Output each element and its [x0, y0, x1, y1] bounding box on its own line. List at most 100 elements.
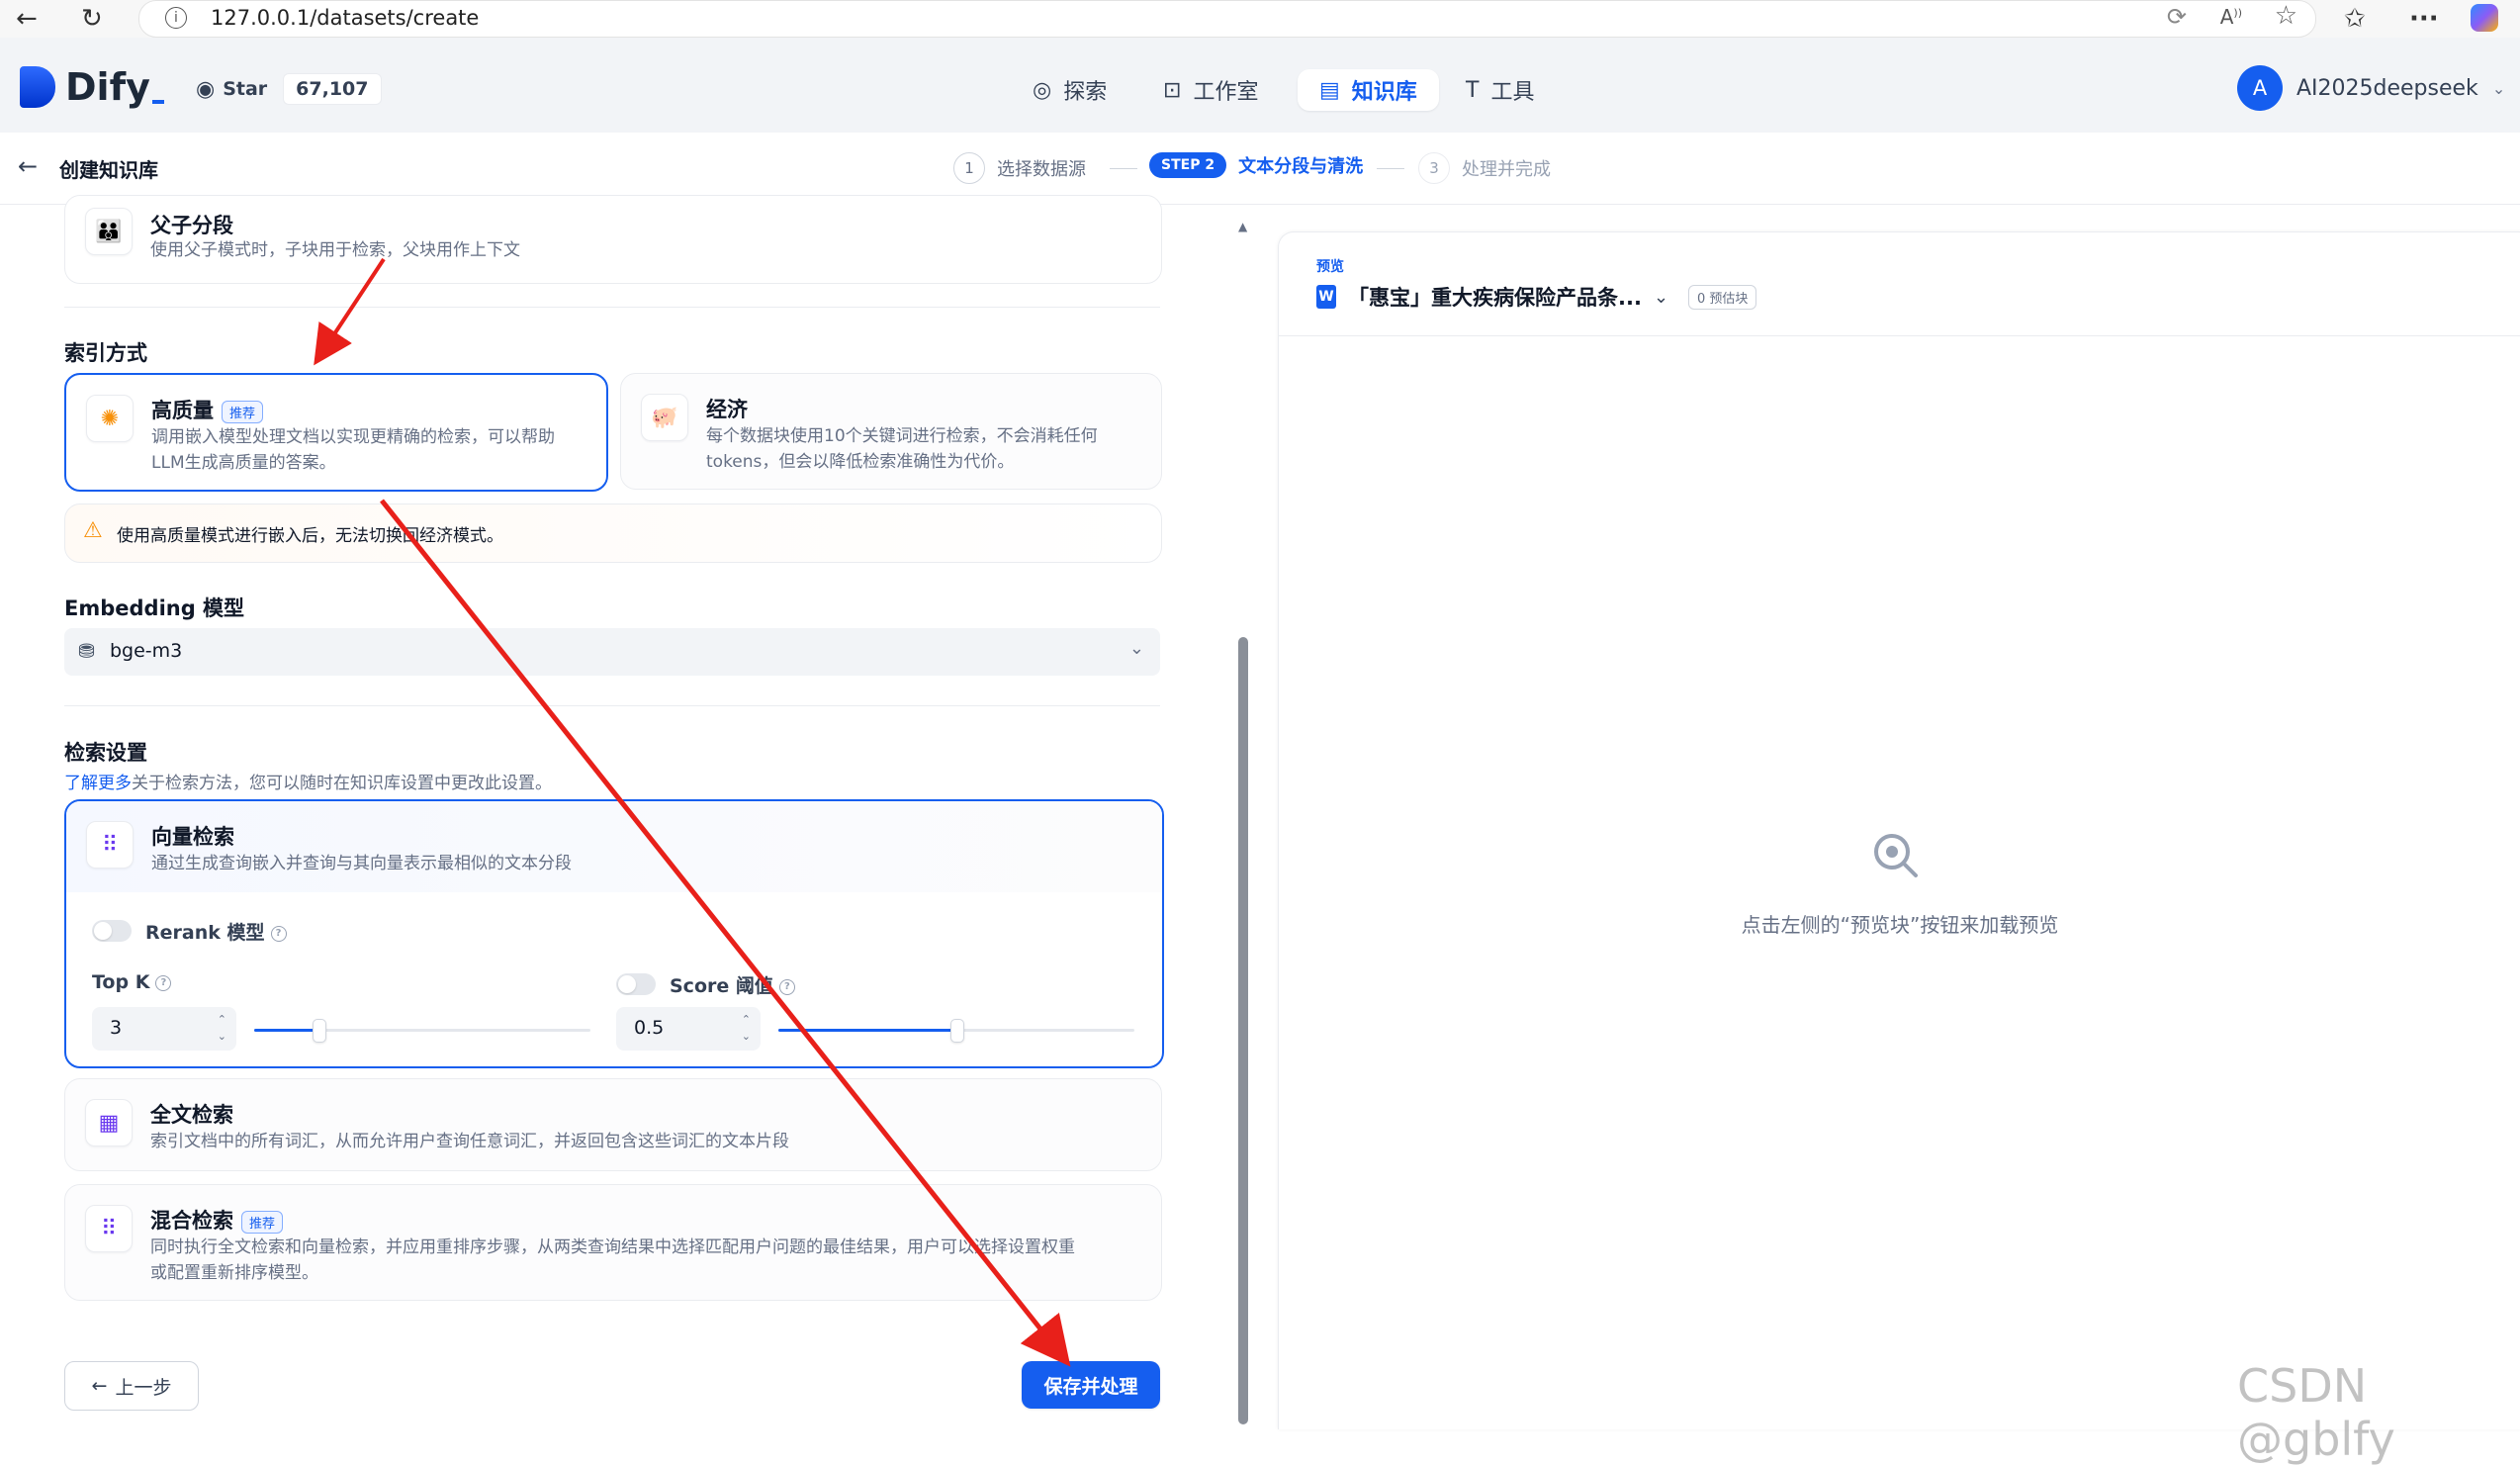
- back-arrow-icon[interactable]: ←: [18, 152, 38, 180]
- parent-child-segment-card[interactable]: 👪 父子分段 使用父子模式时，子块用于检索，父块用作上下文: [64, 195, 1162, 284]
- step-1-label: 选择数据源: [997, 159, 1086, 180]
- score-threshold-toggle[interactable]: [616, 973, 656, 995]
- nav-explore[interactable]: ◎ 探索: [1033, 69, 1107, 111]
- copilot-icon[interactable]: [2471, 4, 2498, 32]
- topk-slider-thumb[interactable]: [313, 1019, 326, 1043]
- high-quality-title: 高质量 推荐: [151, 395, 264, 424]
- score-stepper[interactable]: ⌃ ⌄: [742, 1011, 751, 1045]
- score-slider-fill: [778, 1029, 956, 1032]
- fulltext-search-option[interactable]: ▦ 全文检索 索引文档中的所有词汇，从而允许用户查询任意词汇，并返回包含这些词汇…: [64, 1078, 1162, 1171]
- hybrid-search-title: 混合检索 推荐: [150, 1205, 284, 1235]
- score-threshold-input[interactable]: 0.5 ⌃ ⌄: [616, 1007, 761, 1051]
- more-menu-icon[interactable]: ···: [2409, 4, 2439, 34]
- index-method-title: 索引方式: [64, 341, 147, 365]
- previous-step-button[interactable]: ← 上一步: [64, 1361, 199, 1411]
- learn-more-link[interactable]: 了解更多: [64, 774, 132, 793]
- scroll-up-arrow-icon[interactable]: ▲: [1238, 220, 1247, 233]
- score-slider-thumb[interactable]: [950, 1019, 964, 1043]
- score-threshold-value: 0.5: [634, 1017, 665, 1039]
- word-document-icon: W: [1316, 285, 1336, 309]
- topk-stepper[interactable]: ⌃ ⌄: [218, 1011, 226, 1045]
- star-label: Star: [223, 78, 268, 100]
- warning-icon: ⚠: [83, 518, 103, 543]
- avatar: A: [2237, 65, 2283, 111]
- nav-knowledge[interactable]: ▤ 知识库: [1298, 69, 1439, 111]
- index-high-quality-option[interactable]: ✺ 高质量 推荐 调用嵌入模型处理文档以实现更精确的检索，可以帮助 LLM生成高质…: [64, 373, 608, 492]
- economy-title: 经济: [706, 398, 748, 421]
- topk-label: Top K?: [92, 971, 172, 993]
- preview-document-title: 「惠宝」重大疾病保险产品条...: [1348, 286, 1642, 310]
- help-icon[interactable]: ?: [778, 978, 795, 995]
- page-title: 创建知识库: [59, 158, 158, 182]
- compass-icon: ◎: [1033, 77, 1052, 103]
- chevron-down-icon: ⌄: [1128, 638, 1144, 659]
- magnifier-icon: [1870, 830, 1918, 877]
- score-threshold-label: Score 阈值?: [670, 971, 795, 998]
- embedding-model-select[interactable]: ⛃ bge-m3 ⌄: [64, 628, 1160, 676]
- user-menu[interactable]: A AI2025deepseek ⌄: [2237, 65, 2505, 111]
- step-1-number: 1: [953, 152, 985, 184]
- url-text[interactable]: 127.0.0.1/datasets/create: [211, 6, 479, 30]
- grid-dots-icon: ⠿: [85, 1205, 133, 1252]
- dify-logo[interactable]: Dify: [20, 65, 164, 109]
- reload-icon[interactable]: ↻: [81, 4, 103, 34]
- info-icon[interactable]: i: [165, 7, 187, 29]
- back-arrow-icon[interactable]: ←: [16, 4, 38, 34]
- save-and-process-button[interactable]: 保存并处理: [1022, 1361, 1160, 1409]
- rerank-label: Rerank 模型?: [145, 918, 287, 945]
- logo-underscore: [151, 100, 164, 104]
- address-bar[interactable]: i 127.0.0.1/datasets/create ⟳ A)) ☆: [138, 0, 2316, 38]
- high-quality-desc: 调用嵌入模型处理文档以实现更精确的检索，可以帮助 LLM生成高质量的答案。: [151, 424, 555, 476]
- hybrid-search-option[interactable]: ⠿ 混合检索 推荐 同时执行全文检索和向量检索，并应用重排序步骤，从两类查询结果中…: [64, 1184, 1162, 1301]
- user-name: AI2025deepseek: [2296, 75, 2478, 101]
- topk-label-text: Top K: [92, 971, 150, 993]
- help-icon[interactable]: ?: [155, 974, 172, 991]
- topk-input[interactable]: 3 ⌃ ⌄: [92, 1007, 236, 1051]
- github-star-button[interactable]: ◉ Star 67,107: [196, 71, 382, 107]
- preview-label: 预览: [1316, 259, 1344, 275]
- rerank-toggle[interactable]: [92, 920, 132, 942]
- step-3: 3 处理并完成: [1418, 152, 1551, 184]
- step-1: 1 选择数据源: [953, 152, 1086, 184]
- document-search-icon: ▦: [85, 1099, 133, 1146]
- preview-empty-hint: 点击左侧的“预览块”按钮来加载预览: [1741, 913, 2059, 937]
- scrollbar-thumb[interactable]: [1238, 637, 1248, 1424]
- economy-desc: 每个数据块使用10个关键词进行检索，不会消耗任何 tokens，但会以降低检索准…: [706, 423, 1098, 475]
- retrieval-settings-title: 检索设置: [64, 741, 147, 765]
- recommend-badge: 推荐: [222, 400, 264, 423]
- previous-step-label: 上一步: [115, 1376, 172, 1399]
- hybrid-search-desc: 同时执行全文检索和向量检索，并应用重排序步骤，从两类查询结果中选择匹配用户问题的…: [150, 1235, 1149, 1286]
- step-3-label: 处理并完成: [1462, 159, 1551, 180]
- nav-studio[interactable]: ⊡ 工作室: [1163, 69, 1258, 111]
- hammer-icon: T: [1466, 77, 1480, 103]
- model-icon: ⛃: [78, 639, 95, 663]
- help-icon[interactable]: ?: [270, 925, 287, 942]
- book-icon: ▤: [1319, 77, 1340, 103]
- nav-explore-label: 探索: [1063, 80, 1108, 105]
- recommend-badge: 推荐: [241, 1210, 284, 1234]
- parent-child-icon: 👪: [85, 208, 133, 255]
- index-economy-option[interactable]: 🐖 经济 每个数据块使用10个关键词进行检索，不会消耗任何 tokens，但会以…: [620, 373, 1162, 490]
- step-divider: [1377, 168, 1404, 169]
- browser-toolbar: ← ↻ i 127.0.0.1/datasets/create ⟳ A)) ☆ …: [0, 0, 2520, 39]
- magnifier-svg: [1874, 834, 1918, 877]
- star-burst-icon: ✺: [86, 395, 134, 442]
- vector-search-option[interactable]: ⠿ 向量检索 通过生成查询嵌入并查询与其向量表示最相似的文本分段 Rerank …: [64, 799, 1164, 1068]
- step-divider: [1110, 168, 1137, 169]
- divider: [1279, 335, 2520, 336]
- divider: [64, 307, 1160, 308]
- translate-icon[interactable]: ⟳: [2167, 3, 2187, 31]
- dify-logo-icon: [20, 66, 55, 108]
- topk-value: 3: [110, 1017, 123, 1039]
- read-aloud-icon[interactable]: A)): [2220, 5, 2242, 29]
- vector-search-desc: 通过生成查询嵌入并查询与其向量表示最相似的文本分段: [151, 854, 572, 873]
- favorite-star-icon[interactable]: ☆: [2275, 1, 2297, 31]
- favorites-icon[interactable]: ✩: [2344, 4, 2366, 34]
- embedding-title: Embedding 模型: [64, 596, 245, 620]
- preview-document-select[interactable]: W 「惠宝」重大疾病保险产品条... ⌄ 0 预估块: [1316, 282, 1757, 312]
- rerank-label-text: Rerank 模型: [145, 922, 265, 944]
- nav-knowledge-label: 知识库: [1351, 80, 1417, 105]
- nav-tools[interactable]: T 工具: [1466, 69, 1534, 111]
- divider: [64, 705, 1160, 706]
- economy-desc-line-2: tokens，但会以降低检索准确性为代价。: [706, 452, 1015, 472]
